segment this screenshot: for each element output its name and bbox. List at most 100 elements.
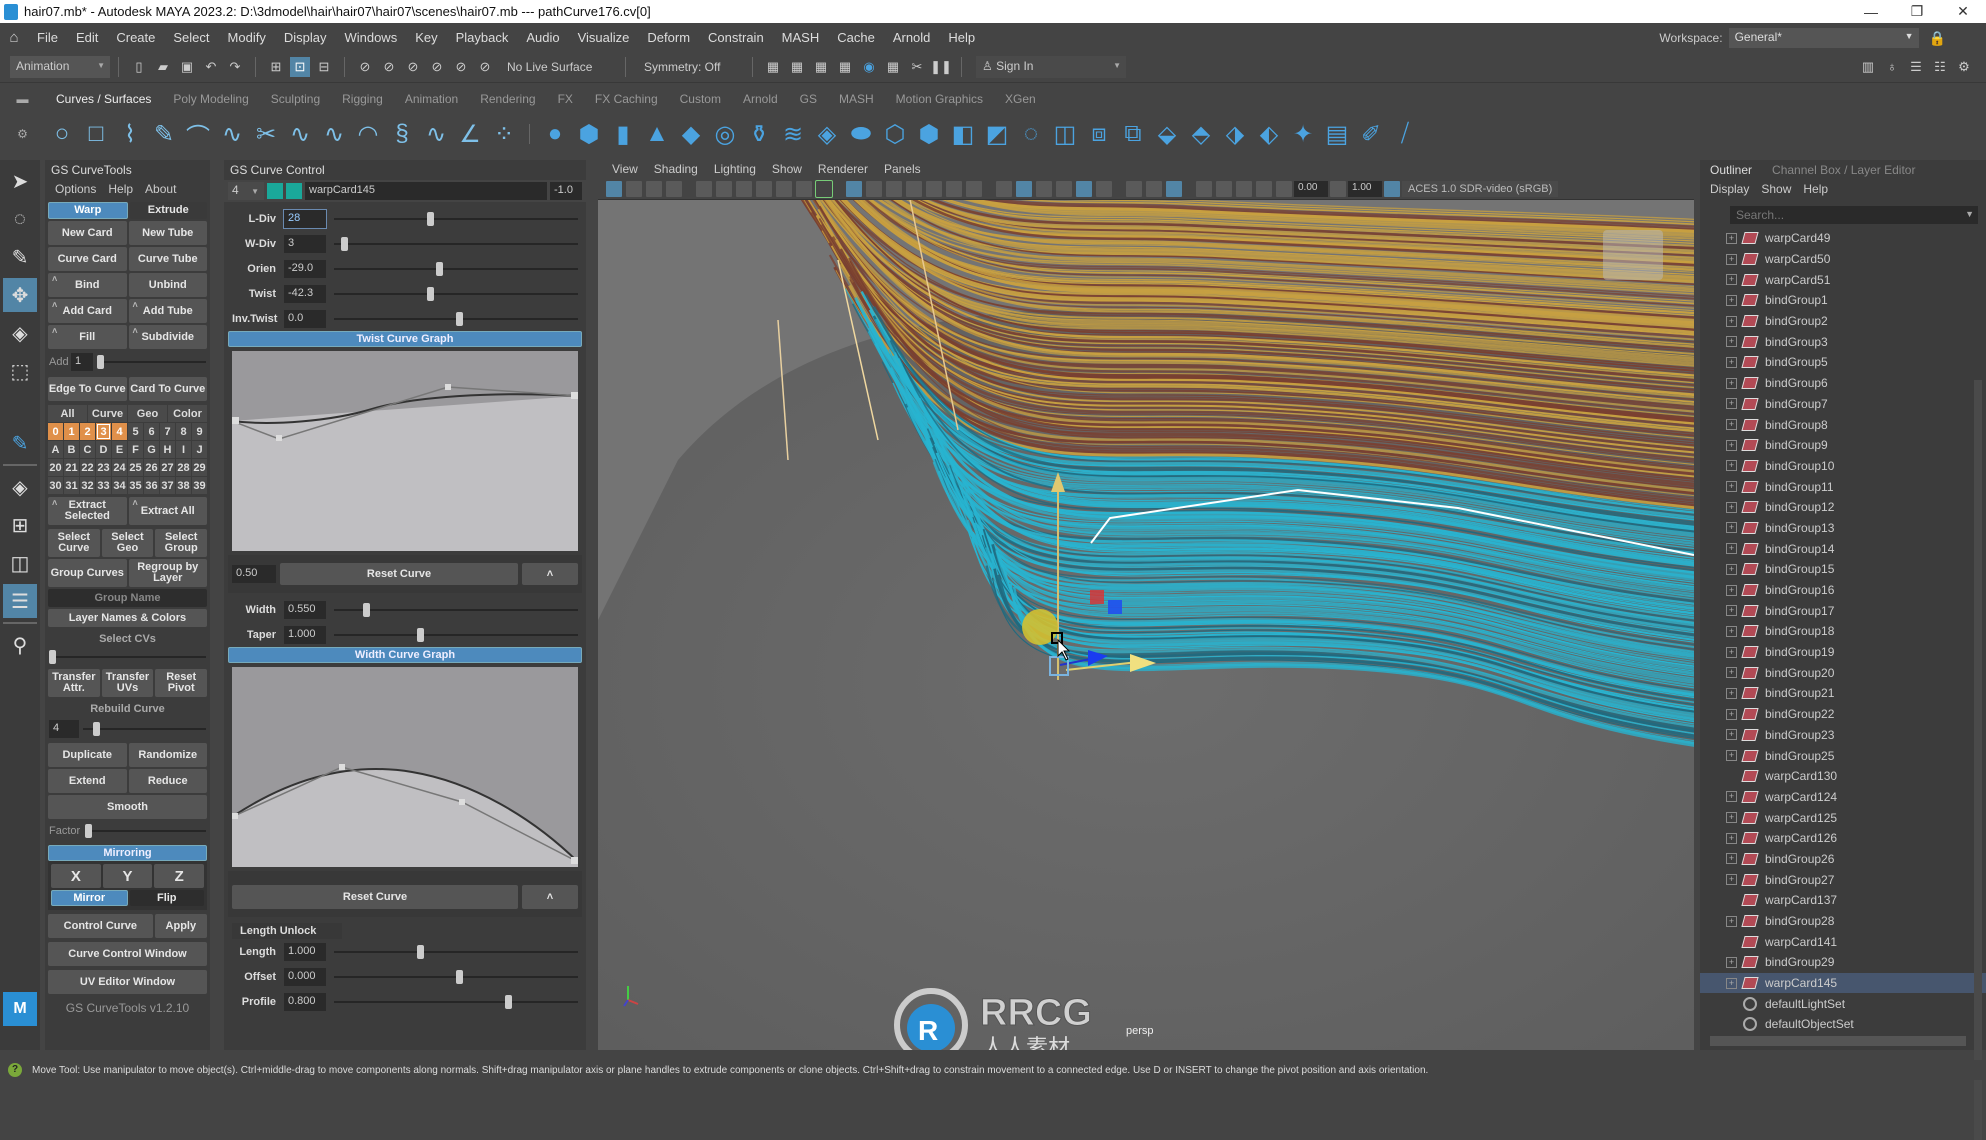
- rotate-tool-icon[interactable]: ◈: [3, 316, 37, 350]
- shadows-icon[interactable]: [1126, 180, 1142, 197]
- layer-button[interactable]: 21: [64, 459, 79, 476]
- outliner-item[interactable]: defaultLightSet: [1700, 993, 1986, 1014]
- detach-surfaces-icon[interactable]: ⬘: [1186, 119, 1216, 149]
- multisample-icon[interactable]: [1236, 180, 1252, 197]
- layer-button[interactable]: 23: [96, 459, 111, 476]
- layer-button[interactable]: 36: [144, 477, 159, 494]
- shelf-tab-motion-graphics[interactable]: Motion Graphics: [885, 92, 994, 106]
- insert-knot-icon[interactable]: ∿: [285, 119, 315, 149]
- vp-menu-renderer[interactable]: Renderer: [810, 160, 876, 178]
- planar-icon[interactable]: ◈: [812, 119, 842, 149]
- outliner-item[interactable]: + bindGroup14: [1700, 538, 1986, 559]
- outliner-item[interactable]: warpCard137: [1700, 890, 1986, 911]
- width-graph-expand-button[interactable]: ˄: [522, 885, 578, 909]
- four-view-layout-icon[interactable]: ⊞: [3, 508, 37, 542]
- twist-cv-1[interactable]: [276, 435, 282, 441]
- slider-value-field[interactable]: 3: [284, 234, 326, 253]
- nurbs-square-icon[interactable]: □: [81, 119, 111, 149]
- slider-track[interactable]: [334, 236, 578, 252]
- vp-menu-show[interactable]: Show: [764, 160, 810, 178]
- slider-track[interactable]: [334, 602, 578, 618]
- outliner-item[interactable]: + bindGroup21: [1700, 683, 1986, 704]
- slider-value-field[interactable]: 0.800: [284, 992, 326, 1011]
- move-tool-icon[interactable]: ✥: [3, 278, 37, 312]
- uv-editor-window-button[interactable]: UV Editor Window: [48, 970, 207, 994]
- extrude-icon[interactable]: ⬬: [846, 119, 876, 149]
- expand-icon[interactable]: +: [1726, 750, 1737, 762]
- expand-icon[interactable]: +: [1726, 812, 1737, 824]
- outliner-item[interactable]: warpCard130: [1700, 766, 1986, 787]
- outliner-item[interactable]: + bindGroup1: [1700, 290, 1986, 311]
- control-curve-button[interactable]: Control Curve: [48, 914, 153, 938]
- stitch-icon[interactable]: ⬖: [1254, 119, 1284, 149]
- exposure-icon[interactable]: [1276, 180, 1292, 197]
- layer-button[interactable]: 29: [192, 459, 207, 476]
- select-camera-icon[interactable]: [606, 180, 622, 197]
- pencil-draw-icon[interactable]: [815, 179, 833, 198]
- outliner-item[interactable]: + bindGroup20: [1700, 662, 1986, 683]
- layer-button[interactable]: 5: [128, 423, 143, 440]
- outliner-item[interactable]: + bindGroup9: [1700, 435, 1986, 456]
- search-icon[interactable]: ⚲: [3, 628, 37, 662]
- shelf-tab-xgen[interactable]: XGen: [994, 92, 1047, 106]
- expand-icon[interactable]: +: [1726, 439, 1737, 451]
- shelf-tab-curves-surfaces[interactable]: Curves / Surfaces: [45, 92, 162, 106]
- wireframe-shade-icon[interactable]: [996, 180, 1012, 197]
- nurbs-sphere-icon[interactable]: ●: [540, 119, 570, 149]
- expand-icon[interactable]: +: [1726, 419, 1737, 431]
- shelf-tab-gs[interactable]: GS: [789, 92, 828, 106]
- slider-value-field[interactable]: 1.000: [284, 625, 326, 644]
- nurbs-plane-icon[interactable]: ◆: [676, 119, 706, 149]
- expand-icon[interactable]: +: [1726, 398, 1737, 410]
- snap-point-icon[interactable]: ⊘: [403, 57, 423, 77]
- snap-curve-icon[interactable]: ⊘: [379, 57, 399, 77]
- slider-knob[interactable]: [436, 261, 444, 276]
- outliner-item[interactable]: + bindGroup3: [1700, 331, 1986, 352]
- outliner-item[interactable]: defaultObjectSet: [1700, 1014, 1986, 1035]
- select-geo-button[interactable]: Select Geo: [101, 529, 154, 557]
- mirror-x-button[interactable]: X: [51, 864, 101, 888]
- layer-button[interactable]: 31: [64, 477, 79, 494]
- edge-to-curve-button[interactable]: Edge To Curve: [48, 377, 127, 401]
- symmetry-dropdown[interactable]: Symmetry: Off: [644, 60, 744, 74]
- width-cv-1[interactable]: [339, 764, 345, 770]
- sign-in-dropdown[interactable]: ♙ Sign In: [976, 55, 1126, 78]
- layer-button[interactable]: 34: [112, 477, 127, 494]
- textured-icon[interactable]: [1076, 180, 1092, 197]
- twist-cv-2[interactable]: [445, 384, 451, 390]
- layer-button[interactable]: H: [160, 441, 175, 458]
- expand-icon[interactable]: +: [1726, 874, 1737, 886]
- add-tube-button[interactable]: Add Tube: [128, 299, 207, 323]
- workspace-dropdown[interactable]: General*: [1728, 28, 1919, 48]
- light-editor-icon[interactable]: ✂: [907, 57, 927, 77]
- shelf-menu-icon[interactable]: ▬: [0, 92, 45, 106]
- apply-button[interactable]: Apply: [154, 914, 207, 938]
- slider-knob[interactable]: [426, 286, 434, 301]
- slider-track[interactable]: [334, 261, 578, 277]
- expand-icon[interactable]: +: [1726, 522, 1737, 534]
- regroup-by-layer-button[interactable]: Regroup by Layer: [128, 559, 207, 587]
- extend-curve-icon[interactable]: ∿: [319, 119, 349, 149]
- shelf-tab-fx-caching[interactable]: FX Caching: [584, 92, 669, 106]
- untrim-icon[interactable]: ⧉: [1118, 119, 1148, 149]
- channel-box-icon[interactable]: ⚙: [1954, 57, 1974, 77]
- expand-icon[interactable]: +: [1726, 501, 1737, 513]
- outliner-item[interactable]: + bindGroup8: [1700, 414, 1986, 435]
- xray-joints-icon[interactable]: [1196, 180, 1212, 197]
- slider-knob[interactable]: [341, 236, 349, 251]
- slider-value-field[interactable]: 28: [283, 208, 327, 229]
- new-tube-button[interactable]: New Tube: [128, 221, 207, 245]
- add-count-slider[interactable]: [97, 354, 206, 370]
- menuset-dropdown[interactable]: Animation: [10, 55, 110, 78]
- layer-button[interactable]: 22: [80, 459, 95, 476]
- ambient-occlusion-icon[interactable]: [1146, 180, 1162, 197]
- use-all-lights-icon[interactable]: [1096, 180, 1112, 197]
- shelf-tab-sculpting[interactable]: Sculpting: [260, 92, 331, 106]
- undo-icon[interactable]: ↶: [201, 57, 221, 77]
- single-perspective-layout-icon[interactable]: ◈: [3, 470, 37, 504]
- menu-constrain[interactable]: Constrain: [699, 30, 773, 45]
- home-icon[interactable]: ⌂: [0, 29, 28, 46]
- layer-button[interactable]: 25: [128, 459, 143, 476]
- extract-selected-button[interactable]: Extract Selected: [48, 497, 127, 525]
- nurbs-torus-icon[interactable]: ◎: [710, 119, 740, 149]
